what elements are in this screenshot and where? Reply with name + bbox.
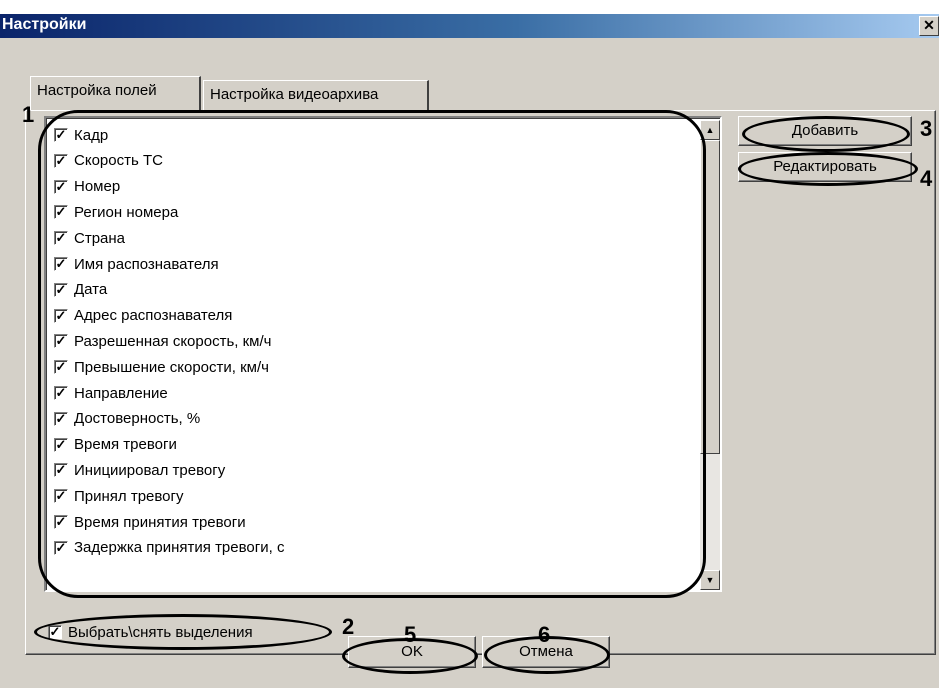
- checkmark-icon: ✓: [55, 539, 67, 555]
- checkmark-icon: ✓: [55, 333, 67, 349]
- list-item[interactable]: ✓ Регион номера: [54, 199, 178, 225]
- list-item[interactable]: ✓ Имя распознавателя: [54, 251, 219, 277]
- scroll-thumb[interactable]: [700, 140, 720, 454]
- field-checkbox[interactable]: ✓: [54, 281, 68, 297]
- checkmark-icon: ✓: [55, 385, 67, 400]
- tab-label: Настройка полей: [37, 82, 157, 99]
- field-label: Имя распознавателя: [74, 255, 219, 273]
- tab-label: Настройка видеоархива: [210, 86, 379, 103]
- field-checkbox[interactable]: ✓: [54, 307, 68, 323]
- scroll-up-button[interactable]: ▲: [700, 120, 720, 140]
- close-icon: ✕: [923, 17, 935, 33]
- callout-number-6: 6: [538, 622, 551, 647]
- list-item[interactable]: ✓ Направление: [54, 380, 168, 406]
- field-label: Регион номера: [74, 203, 179, 221]
- fields-list[interactable]: ✓ Кадр ✓ Скорость ТС ✓ Номер ✓ Регион номера ✓ Ст…: [44, 116, 722, 592]
- field-label: Страна: [74, 229, 126, 247]
- field-label: Дата: [74, 281, 108, 299]
- field-checkbox[interactable]: ✓: [54, 539, 68, 555]
- field-checkbox[interactable]: ✓: [54, 152, 68, 168]
- list-item[interactable]: ✓ Страна: [54, 225, 125, 251]
- list-scrollbar[interactable]: ▲ ▼: [700, 120, 720, 590]
- list-item[interactable]: ✓ Время тревоги: [54, 432, 177, 458]
- select-all-check-box[interactable]: ✓: [48, 625, 62, 639]
- list-item[interactable]: ✓ Время принятия тревоги: [54, 509, 246, 535]
- field-checkbox[interactable]: ✓: [54, 204, 68, 220]
- close-button[interactable]: ✕: [919, 16, 939, 36]
- callout-number-5: 5: [404, 622, 417, 647]
- checkmark-icon: ✓: [55, 410, 67, 426]
- callout-number-2: 2: [342, 614, 355, 639]
- checkmark-icon: ✓: [55, 307, 67, 323]
- checkmark-icon: ✓: [55, 204, 67, 220]
- list-item[interactable]: ✓ Скорость ТС: [54, 148, 163, 174]
- checkmark-icon: ✓: [55, 256, 67, 271]
- title-bar: Настройки ✕: [0, 14, 939, 38]
- add-button-label: Добавить: [791, 122, 859, 139]
- field-label: Время принятия тревоги: [74, 513, 246, 531]
- field-checkbox[interactable]: ✓: [54, 333, 68, 349]
- field-checkbox[interactable]: ✓: [54, 178, 68, 194]
- tab-field-settings[interactable]: Настройка полей: [30, 76, 201, 110]
- select-all-label: Выбрать\снять выделения: [68, 623, 253, 641]
- checkmark-icon: ✓: [55, 178, 67, 194]
- field-checkbox[interactable]: ✓: [54, 410, 68, 426]
- scroll-down-icon: ▼: [705, 575, 715, 585]
- field-label: Номер: [74, 178, 121, 196]
- add-button[interactable]: Добавить: [738, 116, 912, 146]
- field-checkbox[interactable]: ✓: [54, 230, 68, 246]
- field-label: Инициировал тревогу: [74, 461, 226, 479]
- scroll-down-button[interactable]: ▼: [700, 570, 720, 590]
- field-label: Адрес распознавателя: [74, 307, 233, 325]
- edit-button[interactable]: Редактировать: [738, 152, 912, 182]
- field-checkbox[interactable]: ✓: [54, 386, 68, 400]
- list-item[interactable]: ✓ Инициировал тревогу: [54, 457, 225, 483]
- field-label: Превышение скорости, км/ч: [74, 358, 269, 376]
- list-item[interactable]: ✓ Номер: [54, 174, 120, 200]
- list-item[interactable]: ✓ Адрес распознавателя: [54, 303, 232, 329]
- field-checkbox[interactable]: ✓: [54, 515, 68, 529]
- field-label: Направление: [74, 384, 168, 402]
- list-item[interactable]: ✓ Дата: [54, 277, 107, 303]
- checkmark-icon: ✓: [55, 152, 67, 168]
- tab-video-archive-settings[interactable]: Настройка видеоархива: [203, 80, 429, 110]
- scroll-up-icon: ▲: [705, 125, 715, 135]
- field-checkbox[interactable]: ✓: [54, 488, 68, 504]
- field-checkbox[interactable]: ✓: [54, 257, 68, 271]
- field-label: Разрешенная скорость, км/ч: [74, 332, 272, 350]
- checkmark-icon: ✓: [55, 230, 67, 246]
- list-item[interactable]: ✓ Разрешенная скорость, км/ч: [54, 328, 271, 354]
- field-checkbox[interactable]: ✓: [54, 462, 68, 478]
- field-checkbox[interactable]: ✓: [54, 436, 68, 452]
- field-label: Задержка принятия тревоги, с: [74, 539, 285, 557]
- list-item[interactable]: ✓ Задержка принятия тревоги, с: [54, 535, 284, 561]
- edit-button-label: Редактировать: [773, 158, 877, 175]
- field-label: Время тревоги: [74, 436, 177, 454]
- list-item[interactable]: ✓ Превышение скорости, км/ч: [54, 354, 269, 380]
- field-checkbox[interactable]: ✓: [54, 359, 68, 375]
- checkmark-icon: ✓: [55, 127, 67, 142]
- checkmark-icon: ✓: [55, 488, 67, 504]
- callout-number-3: 3: [920, 116, 933, 141]
- checkmark-icon: ✓: [55, 281, 67, 297]
- list-item[interactable]: ✓ Кадр: [54, 122, 108, 148]
- callout-number-4: 4: [920, 166, 933, 191]
- checkmark-icon: ✓: [55, 359, 67, 375]
- window-title: Настройки: [2, 16, 87, 33]
- select-all-checkbox[interactable]: ✓ Выбрать\снять выделения: [48, 620, 253, 644]
- list-item[interactable]: ✓ Достоверность, %: [54, 406, 200, 432]
- field-label: Достоверность, %: [74, 410, 201, 428]
- checkmark-icon: ✓: [55, 514, 67, 529]
- checkmark-icon: ✓: [55, 436, 67, 452]
- checkmark-icon: ✓: [49, 624, 61, 639]
- checkmark-icon: ✓: [55, 462, 67, 478]
- field-label: Принял тревогу: [74, 487, 184, 505]
- field-checkbox[interactable]: ✓: [54, 128, 68, 142]
- list-item[interactable]: ✓ Принял тревогу: [54, 483, 184, 509]
- field-label: Кадр: [74, 126, 109, 144]
- settings-dialog: Настройка полей Настройка видеоархива ✓ К…: [0, 38, 939, 688]
- field-label: Скорость ТС: [74, 152, 163, 170]
